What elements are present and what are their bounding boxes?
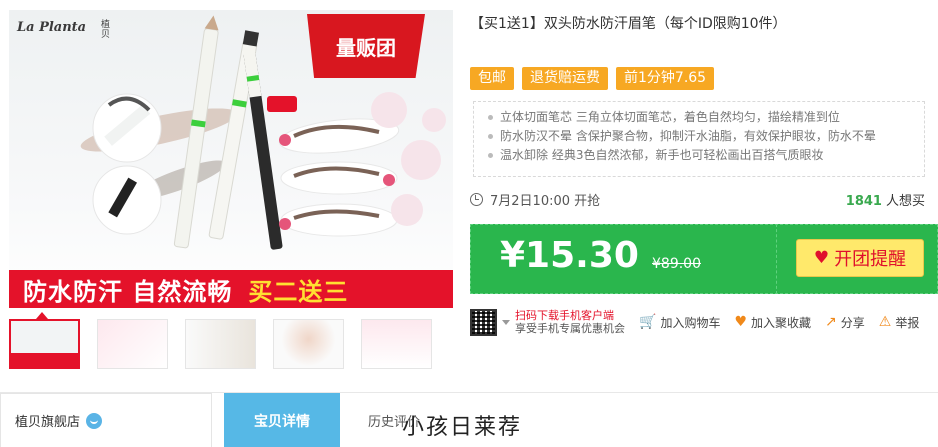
action-row: 扫码下载手机客户端 享受手机专属优惠机会 🛒 加入购物车 ♥ 加入聚收藏 ↗ 分…	[470, 308, 930, 336]
add-to-cart-label: 加入购物车	[660, 315, 721, 330]
active-thumb-caret	[36, 312, 48, 319]
group-reminder-label: 开团提醒	[834, 249, 907, 270]
clock-icon	[470, 193, 483, 206]
cart-icon: 🛒	[639, 314, 657, 330]
thumbnail-4[interactable]	[273, 319, 344, 369]
product-title: 【买1送1】双头防水防汗眉笔（每个ID限购10件）	[470, 16, 787, 32]
thumbnail-3[interactable]	[185, 319, 256, 369]
price-bar: ¥15.30 ¥89.00 ♥ 开团提醒	[470, 224, 938, 294]
heart-icon: ♥	[813, 248, 830, 268]
store-link[interactable]: 植贝旗舰店	[0, 393, 212, 447]
schedule-row: 7月2日10:00 开抢 1841 人想买	[470, 190, 925, 209]
want-label: 人想买	[885, 194, 925, 209]
share-icon: ↗	[825, 314, 837, 330]
feature-item: 防水防汉不晕 含保护聚合物，抑制汗水油脂，有效保护眼妆，防水不晕	[488, 127, 924, 146]
add-favorite-label: 加入聚收藏	[751, 315, 812, 330]
heart-icon: ♥	[734, 314, 748, 330]
feature-item: 立体切面笔芯 三角立体切面笔芯，着色自然均匀，描绘精准到位	[488, 108, 924, 127]
thumbnail-strip	[9, 319, 432, 371]
price-bar-divider	[776, 224, 777, 294]
want-count: 1841 人想买	[846, 190, 925, 209]
banner-left-text: 防水防汗 自然流畅	[23, 277, 233, 306]
feature-item: 温水卸除 经典3色自然浓郁，新手也可轻松画出百搭气质眼妆	[488, 146, 924, 165]
tab-item-details[interactable]: 宝贝详情	[224, 393, 340, 447]
current-price: ¥15.30	[500, 235, 639, 276]
thumbnail-1[interactable]	[9, 319, 80, 369]
store-name: 植贝旗舰店	[15, 415, 81, 430]
start-time: 7月2日10:00 开抢	[490, 194, 601, 209]
add-favorite-button[interactable]: ♥ 加入聚收藏	[734, 314, 811, 331]
report-button[interactable]: ⚠ 举报	[879, 314, 920, 331]
qr-code-icon[interactable]	[470, 308, 497, 336]
report-label: 举报	[895, 315, 920, 330]
banner-right-text: 买二送三	[248, 277, 349, 306]
warning-icon: ⚠	[878, 314, 892, 330]
caret-down-icon[interactable]	[502, 319, 510, 325]
app-download-line1: 扫码下载手机客户端	[515, 309, 614, 322]
want-number: 1841	[845, 194, 882, 209]
main-product-image: La Planta 植贝 量贩团 防水防汗 自然流畅 买二送三	[9, 10, 453, 308]
thumbnail-2[interactable]	[97, 319, 168, 369]
feature-list: 立体切面笔芯 三角立体切面笔芯，着色自然均匀，描绘精准到位 防水防汉不晕 含保护…	[473, 101, 925, 177]
tag-early-price: 前1分钟7.65	[616, 67, 715, 90]
tag-free-shipping: 包邮	[470, 67, 514, 90]
share-label: 分享	[840, 315, 865, 330]
tag-return-shipping: 退货赔运费	[522, 67, 608, 90]
group-reminder-button[interactable]: ♥ 开团提醒	[796, 239, 924, 277]
chat-icon[interactable]	[86, 412, 103, 429]
add-to-cart-button[interactable]: 🛒 加入购物车	[639, 314, 720, 331]
original-price: ¥89.00	[652, 256, 701, 272]
app-download-text[interactable]: 扫码下载手机客户端 享受手机专属优惠机会	[515, 309, 625, 335]
share-button[interactable]: ↗ 分享	[825, 314, 865, 331]
app-download-line2: 享受手机专属优惠机会	[515, 322, 625, 335]
product-illustration	[80, 15, 446, 250]
thumbnail-5[interactable]	[361, 319, 432, 369]
promo-banner: 防水防汗 自然流畅 买二送三	[9, 270, 453, 308]
tag-list: 包邮 退货赔运费 前1分钟7.65	[470, 67, 715, 90]
watermark-text: 小孩日莱荐	[402, 415, 523, 440]
